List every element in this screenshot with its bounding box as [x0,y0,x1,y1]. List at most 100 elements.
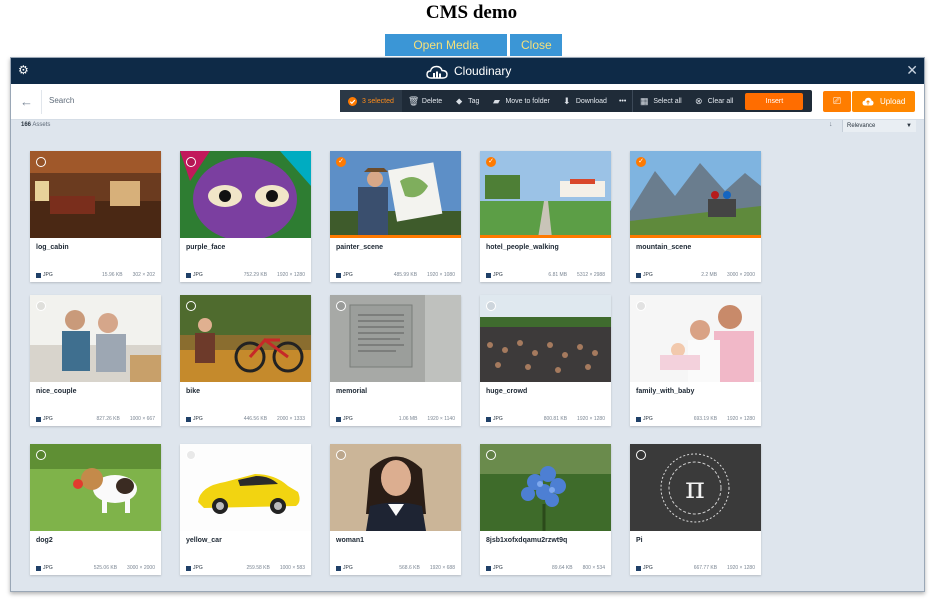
asset-card[interactable]: ✓ mountain_scene JPG 2.2 MB 3000 × 2000 [630,151,761,282]
asset-name: nice_couple [36,388,77,395]
tag-label: Tag [468,97,480,105]
checkbox-icon[interactable] [486,301,496,311]
download-label: Download [575,97,607,105]
clear-all-label: Clear all [707,97,734,105]
sort-select[interactable]: Relevance ▼ [842,120,916,132]
asset-thumbnail[interactable] [480,444,611,531]
asset-card[interactable]: woman1 JPG 568.6 KB 1920 × 688 [330,444,461,575]
download-button[interactable]: ⬇ Download [556,96,613,106]
image-format-icon [486,272,491,278]
thumbnail-image [180,151,311,238]
checkbox-icon[interactable] [36,301,46,311]
sort-direction-icon[interactable]: ↓ [829,121,833,128]
media-library-modal: ⚙ Cloudinary ✕ ← Search 3 selected 🗑 Dele… [10,57,925,592]
asset-thumbnail[interactable] [480,295,611,382]
asset-thumbnail[interactable] [180,444,311,531]
checked-checkbox-icon[interactable]: ✓ [336,157,346,167]
asset-thumbnail[interactable] [30,295,161,382]
sort-value: Relevance [847,123,876,129]
asset-name: purple_face [186,244,226,251]
asset-card[interactable]: π Pi JPG 667.77 KB 1920 × 1280 [630,444,761,575]
asset-thumbnail[interactable] [330,295,461,382]
asset-name: family_with_baby [636,388,695,395]
asset-thumbnail[interactable] [180,151,311,238]
asset-card[interactable]: log_cabin JPG 15.96 KB 302 × 202 [30,151,161,282]
checkbox-icon[interactable] [36,450,46,460]
checkbox-icon[interactable] [186,301,196,311]
asset-card[interactable]: purple_face JPG 752.29 KB 1920 × 1280 [180,151,311,282]
asset-size: 2.2 MB [701,272,718,278]
tag-icon: ⬥ [456,96,463,106]
select-all-button[interactable]: ▦ Select all [633,96,687,106]
asset-thumbnail[interactable] [30,444,161,531]
media-editor-button[interactable]: ⎚ [823,91,851,112]
asset-thumbnail[interactable]: ✓ [330,151,461,238]
selected-count-chip[interactable]: 3 selected [340,90,402,112]
folder-icon: ▰ [492,96,500,106]
image-format-icon [186,416,191,422]
checked-checkbox-icon[interactable]: ✓ [486,157,496,167]
asset-card[interactable]: bike JPG 446.56 KB 2000 × 1333 [180,295,311,426]
asset-thumbnail[interactable]: π [630,444,761,531]
asset-format: JPG [493,416,503,422]
asset-card[interactable]: memorial JPG 1.06 MB 1920 × 1140 [330,295,461,426]
svg-text:π: π [685,471,705,506]
asset-thumbnail[interactable]: ✓ [480,151,611,238]
asset-card[interactable]: huge_crowd JPG 800.81 KB 1920 × 1280 [480,295,611,426]
search-input[interactable]: Search [49,96,74,105]
asset-format: JPG [193,565,203,571]
thumbnail-image [330,444,461,531]
move-to-folder-button[interactable]: ▰ Move to folder [485,96,555,106]
asset-thumbnail[interactable] [330,444,461,531]
clear-all-button[interactable]: ⊗ Clear all [688,96,740,106]
asset-thumbnail[interactable]: ✓ [630,151,761,238]
cloud-logo-icon [425,65,448,79]
thumbnail-image [330,295,461,382]
open-media-library-button[interactable]: Open Media Library [385,34,507,74]
asset-card[interactable]: yellow_car JPG 259.58 KB 1000 × 583 [180,444,311,575]
screen-icon: ⎚ [833,96,841,107]
asset-card[interactable]: nice_couple JPG 827.26 KB 1000 × 667 [30,295,161,426]
asset-dimensions: 3000 × 2000 [127,565,155,571]
asset-format: JPG [493,272,503,278]
checkbox-icon[interactable] [636,450,646,460]
asset-card[interactable]: dog2 JPG 525.06 KB 3000 × 2000 [30,444,161,575]
tag-button[interactable]: ⬥ Tag [448,96,485,106]
modal-header: ⚙ Cloudinary ✕ [11,58,924,84]
close-button[interactable]: Close [510,34,562,56]
asset-card[interactable]: family_with_baby JPG 693.19 KB 1920 × 1280 [630,295,761,426]
more-actions-button[interactable]: ••• [613,98,632,105]
asset-card[interactable]: ✓ hotel_people_walking JPG 6.81 MB 5312 × 29… [480,151,611,282]
asset-thumbnail[interactable] [180,295,311,382]
page-title: CMS demo [425,2,518,23]
asset-thumbnail[interactable] [30,151,161,238]
asset-card[interactable]: ✓ painter_scene JPG 485.99 KB 1920 × 1080 [330,151,461,282]
image-format-icon [36,565,41,571]
brand-logo: Cloudinary [11,62,924,80]
asset-meta: JPG 667.77 KB 1920 × 1280 [636,565,755,571]
checked-checkbox-icon[interactable]: ✓ [636,157,646,167]
checkbox-icon[interactable] [486,450,496,460]
checkbox-icon[interactable] [186,157,196,167]
asset-name: yellow_car [186,537,222,544]
thumbnail-image [180,444,311,531]
checkbox-icon[interactable] [36,157,46,167]
checkbox-icon[interactable] [336,450,346,460]
asset-format: JPG [343,565,353,571]
checkbox-icon[interactable] [336,301,346,311]
insert-button[interactable]: Insert [745,92,804,110]
asset-size: 827.26 KB [96,416,120,422]
upload-button[interactable]: Upload [852,91,915,112]
thumbnail-image [330,151,461,235]
asset-size: 446.56 KB [243,416,268,422]
asset-dimensions: 1920 × 1280 [727,565,755,571]
delete-button[interactable]: 🗑 Delete [402,96,448,106]
asset-dimensions: 2000 × 1333 [277,416,305,422]
close-modal-icon[interactable]: ✕ [906,62,918,78]
asset-thumbnail[interactable] [630,295,761,382]
checkbox-icon[interactable] [636,301,646,311]
asset-card[interactable]: 8jsb1xofxdqamu2rzwt9q JPG 89.64 KB 800 × 53… [480,444,611,575]
checkbox-icon[interactable] [186,450,196,460]
back-arrow-icon[interactable]: ← [20,94,33,109]
asset-name: mountain_scene [636,244,692,251]
